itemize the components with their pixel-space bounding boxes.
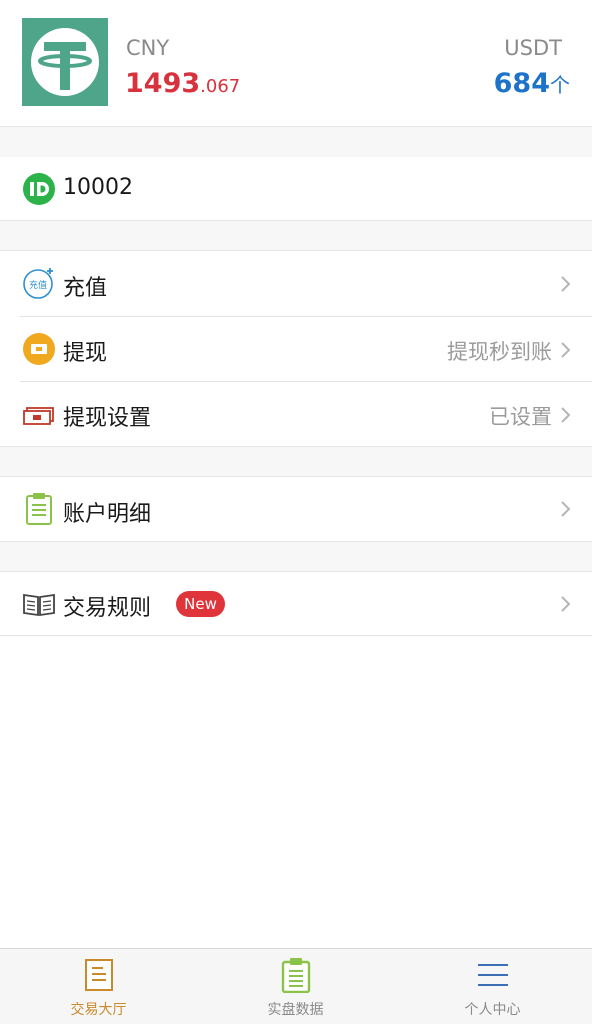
recharge-icon: 充值 [22, 266, 56, 300]
account-details-row[interactable]: 账户明细 [0, 477, 592, 541]
section-gap [0, 220, 592, 251]
chevron-right-icon [560, 406, 572, 424]
usdt-amount: 684个 [494, 68, 570, 99]
tab-live-data[interactable]: 实盘数据 [197, 949, 394, 1025]
tether-logo-icon [22, 18, 108, 106]
usdt-amount-value: 684 [493, 68, 550, 99]
clipboard-icon [278, 957, 314, 993]
withdraw-value: 提现秒到账 [447, 340, 552, 364]
chevron-right-icon [560, 595, 572, 613]
chevron-right-icon [560, 341, 572, 359]
withdraw-settings-label: 提现设置 [63, 406, 152, 431]
withdraw-row[interactable]: 提现 提现秒到账 [0, 317, 592, 381]
cny-label: CNY [126, 36, 170, 60]
chevron-right-icon [560, 275, 572, 293]
tab-bar: 交易大厅 实盘数据 个人中心 [0, 948, 592, 1024]
trade-rules-label: 交易规则 [63, 596, 152, 621]
document-icon [81, 957, 117, 993]
withdraw-settings-value: 已设置 [489, 405, 552, 429]
section-gap [0, 541, 592, 572]
balance-header: CNY 1493.067 USDT 684个 [0, 0, 592, 126]
usdt-unit: 个 [550, 73, 570, 97]
tab-label: 实盘数据 [267, 1002, 324, 1018]
withdraw-settings-row[interactable]: 提现设置 已设置 [0, 382, 592, 446]
tab-trading-hall[interactable]: 交易大厅 [0, 949, 197, 1025]
cny-amount-fraction: .067 [200, 76, 241, 97]
usdt-label: USDT [504, 36, 562, 60]
section-gap [0, 126, 592, 158]
withdraw-icon [22, 332, 56, 366]
tab-label: 交易大厅 [70, 1002, 127, 1018]
book-icon [22, 587, 56, 621]
tab-label: 个人中心 [464, 1002, 521, 1018]
cny-amount-int: 1493 [125, 68, 201, 99]
id-icon [22, 172, 56, 206]
tab-personal-center[interactable]: 个人中心 [394, 949, 591, 1025]
trade-rules-row[interactable]: 交易规则 [0, 572, 592, 636]
new-badge: New [176, 591, 225, 617]
account-details-label: 账户明细 [63, 502, 152, 527]
divider [0, 635, 592, 636]
cny-amount: 1493.067 [125, 68, 240, 99]
chevron-right-icon [560, 500, 572, 518]
section-gap [0, 446, 592, 477]
card-icon [22, 397, 56, 431]
withdraw-label: 提现 [63, 341, 108, 366]
svg-text:充值: 充值 [29, 279, 47, 291]
account-id-value: 10002 [63, 175, 133, 200]
clipboard-icon [22, 491, 56, 525]
recharge-row[interactable]: 充值 充值 [0, 251, 592, 316]
recharge-label: 充值 [63, 276, 108, 301]
account-id-row: 10002 [0, 157, 592, 220]
menu-icon [475, 957, 511, 993]
